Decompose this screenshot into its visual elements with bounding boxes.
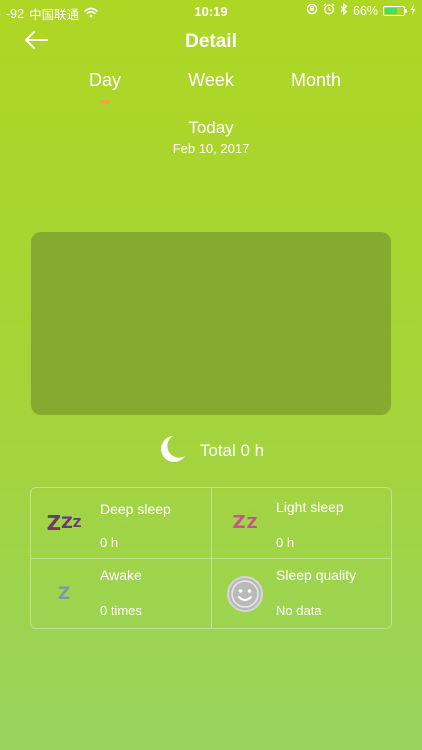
sleep-stats-grid: ZZZ Deep sleep 0 h ZZ Light sleep 0 h Z … <box>30 487 392 629</box>
smiley-icon <box>224 576 266 612</box>
tab-month-label: Month <box>290 70 342 90</box>
total-row: Total 0 h <box>0 434 422 469</box>
stat-label: Light sleep <box>276 499 344 515</box>
stat-value: No data <box>276 603 322 618</box>
status-bar: -92 中国联通 10:19 66% <box>0 0 422 22</box>
orientation-lock-icon <box>306 3 318 18</box>
tab-active-indicator <box>100 100 110 104</box>
sleep-chart-area <box>31 232 391 415</box>
page-title: Detail <box>185 31 237 52</box>
status-right: 66% <box>306 2 416 18</box>
stat-sleep-quality: Sleep quality No data <box>212 559 392 629</box>
tab-month[interactable]: Month <box>271 70 361 91</box>
zzz-icon: ZZZ <box>46 511 82 535</box>
stat-label: Deep sleep <box>100 501 171 517</box>
tab-week[interactable]: Week <box>166 70 256 91</box>
stat-label: Awake <box>100 567 142 583</box>
stat-light-sleep: ZZ Light sleep 0 h <box>212 488 392 558</box>
battery-percent: 66% <box>352 3 378 18</box>
tab-week-label: Week <box>188 70 234 90</box>
total-sleep-text: Total 0 h <box>199 441 265 460</box>
date-subtitle: Feb 10, 2017 <box>172 141 250 156</box>
stat-awake: Z Awake 0 times <box>31 559 211 629</box>
period-tabs: Day Week Month <box>0 70 422 110</box>
moon-icon <box>158 434 186 469</box>
battery-fill <box>385 7 397 14</box>
zz-icon: ZZ <box>232 512 258 533</box>
battery-tip <box>405 8 407 13</box>
stat-value: 0 h <box>276 535 295 550</box>
z-icon: Z <box>57 583 71 604</box>
battery-icon <box>383 5 407 16</box>
date-title: Today <box>188 118 234 137</box>
stat-label: Sleep quality <box>276 567 357 583</box>
tab-day-label: Day <box>88 70 121 90</box>
stat-value: 0 times <box>100 603 142 618</box>
stat-value: 0 h <box>100 535 119 550</box>
charging-icon <box>410 3 416 18</box>
tab-day[interactable]: Day <box>60 70 150 104</box>
bluetooth-icon <box>340 2 348 18</box>
stat-deep-sleep: ZZZ Deep sleep 0 h <box>31 488 211 558</box>
alarm-icon <box>323 3 335 18</box>
